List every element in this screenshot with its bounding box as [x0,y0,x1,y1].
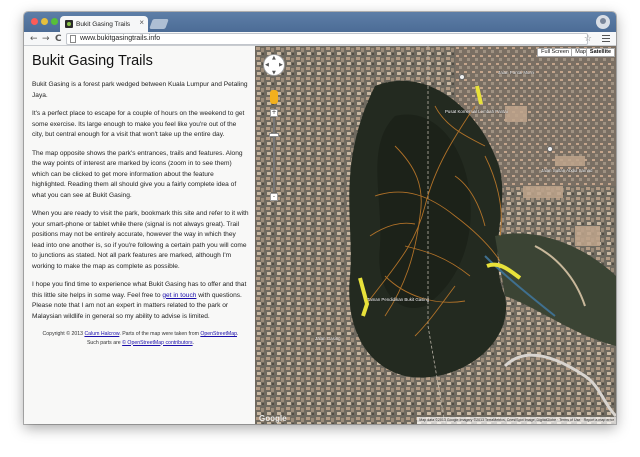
map-label-pusat: Pusat Komersial Lembah Pantai [445,109,508,114]
reload-icon[interactable]: C [55,33,62,45]
pan-right-icon[interactable]: ▶ [279,62,283,68]
copyright-text: Copyright © 2013 [42,331,85,337]
minimize-window-icon[interactable] [41,18,48,25]
contact-paragraph: I hope you find time to experience what … [32,280,249,322]
pan-down-icon[interactable]: ▼ [272,70,276,76]
map-type-satellite-button[interactable]: Satellite [585,48,615,57]
visit-paragraph: When you are ready to visit the park, bo… [32,210,249,270]
map-label-jalan-sultan: Jalan Sultan Abdul Samad [541,168,593,173]
google-logo[interactable]: Google [259,414,287,423]
zoom-slider-track[interactable] [273,118,275,192]
street-view-pegman-icon[interactable] [270,90,278,104]
poi-marker[interactable] [547,146,553,152]
browser-window: Bukit Gasing Trails × ← → C www.bukitgas… [24,12,616,424]
map-paragraph: The map opposite shows the park's entran… [32,149,243,199]
back-icon[interactable]: ← [30,33,38,45]
poi-marker[interactable] [459,74,465,80]
tab-bukit-gasing[interactable]: Bukit Gasing Trails × [60,16,148,32]
zoom-control[interactable]: + - [269,109,279,201]
map-attribution[interactable]: Map data ©2013 Google Imagery ©2013 Terr… [417,417,616,424]
menu-icon[interactable] [602,35,610,44]
favicon-icon [65,20,73,28]
pan-up-icon[interactable]: ▲ [272,55,276,61]
new-tab-button[interactable] [149,19,169,29]
profile-icon[interactable] [596,15,610,29]
escape-paragraph: It's a perfect place to escape for a cou… [32,110,245,138]
address-bar[interactable]: www.bukitgasingtrails.info [66,33,588,45]
sidebar: Bukit Gasing Trails Bukit Gasing is a fo… [24,46,255,424]
close-window-icon[interactable] [31,18,38,25]
map-label-jalan-pantai: Jalan Pantai Murni [498,70,535,75]
get-in-touch-link[interactable]: get in touch [162,292,196,299]
map-label-taman-pendidikan: Taman Pendidikan Bukit Gasing [367,297,430,302]
satellite-map[interactable]: Full Screen Map Satellite ▲ ▼ ◀ ▶ + - Ja… [255,46,616,424]
tab-title: Bukit Gasing Trails [76,20,131,28]
tab-strip: Bukit Gasing Trails × [24,12,616,32]
pan-left-icon[interactable]: ◀ [265,62,269,68]
footer-end: . [192,339,195,346]
intro-paragraph: Bukit Gasing is a forest park wedged bet… [32,81,248,99]
star-icon[interactable]: ☆ [584,33,592,45]
maximize-window-icon[interactable] [51,18,58,25]
browser-toolbar: ← → C www.bukitgasingtrails.info ☆ [24,32,616,46]
url-text: www.bukitgasingtrails.info [80,35,161,42]
author-link[interactable]: Calum Halcrow [84,331,119,337]
map-credit-text: . Parts of the map were taken from [119,331,201,337]
pan-control[interactable]: ▲ ▼ ◀ ▶ [263,54,285,76]
page-title: Bukit Gasing Trails [32,53,153,69]
map-label-jalan-gasing: Jalan Gasing [315,336,341,341]
page-content: Bukit Gasing Trails Bukit Gasing is a fo… [24,46,616,424]
footer: Copyright © 2013 Calum Halcrow. Parts of… [32,330,249,347]
osm-contributors-link[interactable]: © OpenStreetMap contributors [122,340,192,346]
zoom-out-button[interactable]: - [270,193,278,201]
page-icon [70,35,76,43]
fullscreen-button[interactable]: Full Screen [537,48,573,57]
zoom-in-button[interactable]: + [270,109,278,117]
zoom-slider-handle[interactable] [269,133,279,137]
map-imagery [255,46,616,424]
forward-icon[interactable]: → [42,33,50,45]
openstreetmap-link[interactable]: OpenStreetMap [200,331,237,337]
tab-close-icon[interactable]: × [139,18,144,27]
